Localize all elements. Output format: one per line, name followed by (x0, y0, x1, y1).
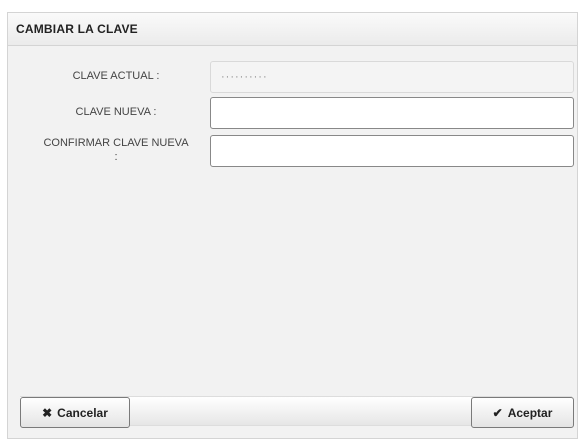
cancel-button-label: Cancelar (57, 405, 108, 420)
new-password-field[interactable] (210, 97, 574, 129)
cancel-button[interactable]: ✖ Cancelar (20, 397, 130, 428)
check-icon: ✔ (492, 405, 503, 420)
dialog-title: CAMBIAR LA CLAVE (16, 22, 138, 36)
confirm-password-label: CONFIRMAR CLAVE NUEVA : (16, 136, 216, 164)
change-password-dialog: CAMBIAR LA CLAVE CLAVE ACTUAL : CLAVE NU… (7, 12, 578, 439)
accept-button[interactable]: ✔ Aceptar (471, 397, 574, 428)
confirm-password-label-line2: : (114, 151, 118, 163)
dialog-header: CAMBIAR LA CLAVE (8, 13, 577, 46)
new-password-label: CLAVE NUEVA : (75, 106, 157, 118)
accept-button-label: Aceptar (507, 405, 553, 420)
confirm-password-label-line1: CONFIRMAR CLAVE NUEVA (43, 137, 189, 149)
confirm-password-field[interactable] (210, 135, 574, 167)
current-password-label: CLAVE ACTUAL : (72, 70, 160, 82)
current-password-field (210, 61, 574, 93)
close-icon: ✖ (42, 405, 53, 420)
